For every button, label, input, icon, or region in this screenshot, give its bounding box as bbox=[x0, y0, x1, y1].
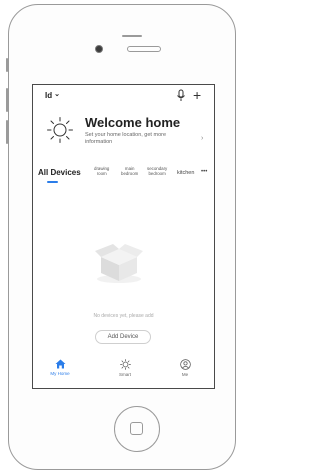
tab-main-bedroom[interactable]: main bedroom bbox=[121, 166, 139, 176]
volume-down-button bbox=[6, 120, 8, 144]
room-tabs: All Devices drawing room main bedroom se… bbox=[33, 166, 214, 183]
volume-up-button bbox=[6, 88, 8, 112]
tab-label-line2: bedroom bbox=[121, 170, 139, 176]
more-tabs-icon[interactable]: ••• bbox=[201, 169, 207, 175]
tab-secondary-bedroom[interactable]: secondary bedroom bbox=[147, 166, 167, 176]
sun-icon bbox=[47, 117, 73, 143]
mute-switch bbox=[6, 58, 8, 72]
top-bar-line bbox=[122, 35, 142, 37]
nav-smart[interactable]: Smart bbox=[105, 359, 145, 377]
microphone-icon[interactable] bbox=[175, 89, 187, 103]
chevron-down-icon: ⌄ bbox=[54, 90, 60, 98]
add-icon[interactable]: + bbox=[193, 86, 201, 104]
nav-label: My Home bbox=[50, 371, 70, 376]
sun-icon bbox=[119, 359, 131, 370]
nav-label: Me bbox=[181, 372, 189, 377]
tab-kitchen[interactable]: kitchen bbox=[177, 170, 194, 176]
welcome-banner[interactable]: Welcome home Set your home location, get… bbox=[33, 113, 214, 153]
active-tab-indicator bbox=[47, 181, 58, 183]
chevron-right-icon[interactable]: › bbox=[201, 135, 203, 142]
profile-icon bbox=[179, 359, 191, 370]
empty-state-message: No devices yet, please add bbox=[93, 313, 154, 319]
welcome-title: Welcome home bbox=[85, 115, 181, 130]
empty-box-icon bbox=[95, 244, 143, 283]
home-button-square-icon bbox=[130, 422, 143, 435]
tab-label-line2: bedroom bbox=[148, 170, 166, 176]
tab-label-line2: room bbox=[96, 170, 107, 176]
tab-all-devices[interactable]: All Devices bbox=[38, 168, 81, 177]
welcome-subtitle: Set your home location, get more informa… bbox=[85, 132, 167, 145]
nav-my-home[interactable]: My Home bbox=[40, 359, 80, 376]
tab-drawing-room[interactable]: drawing room bbox=[94, 166, 109, 176]
earpiece-speaker bbox=[127, 46, 161, 52]
front-camera bbox=[95, 45, 103, 53]
hardware-home-button[interactable] bbox=[114, 406, 160, 452]
home-icon bbox=[55, 359, 65, 369]
bottom-navigation: My Home Smart Me bbox=[33, 359, 214, 388]
add-device-button[interactable]: Add Device bbox=[95, 330, 151, 344]
nav-me[interactable]: Me bbox=[165, 359, 205, 377]
home-name: Id bbox=[45, 91, 53, 100]
home-selector[interactable]: Id ⌄ bbox=[45, 90, 60, 101]
app-top-bar: Id ⌄ + bbox=[33, 85, 214, 107]
app-screen: Id ⌄ + Welcome home Set your home locati… bbox=[32, 84, 215, 389]
nav-label: Smart bbox=[118, 372, 131, 377]
